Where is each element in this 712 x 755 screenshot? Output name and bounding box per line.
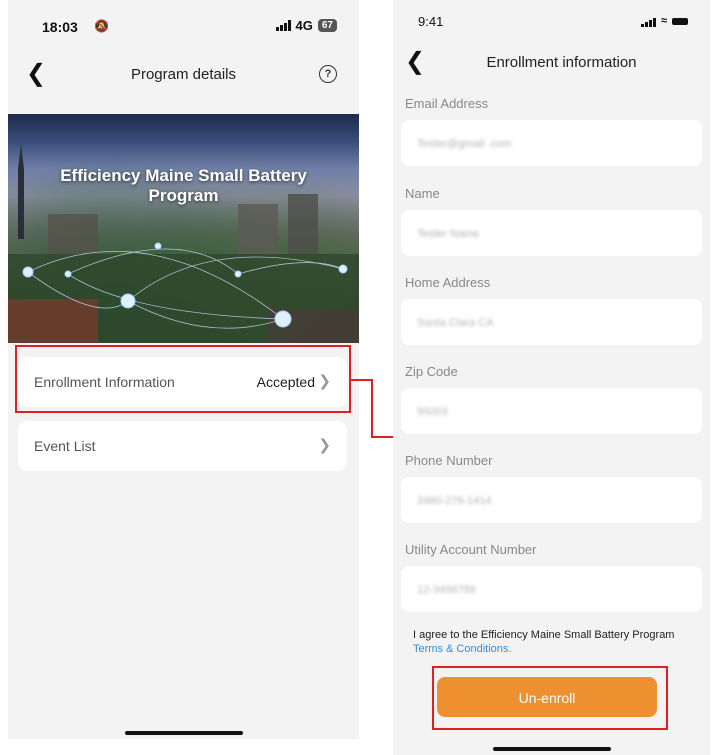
home-indicator [492, 747, 611, 751]
connector-line [371, 379, 373, 438]
enrollment-information-screen: 9:41 ≈ ❮ Enrollment information Email Ad… [393, 0, 710, 755]
signal-icon [275, 20, 291, 31]
phone-number-field[interactable]: 3480-276-1414 [401, 477, 702, 523]
status-bar: 18:03 🔕 4G 67 [8, 0, 359, 44]
zip-code-label: Zip Code [405, 364, 458, 379]
email-field[interactable]: Tester@gmail .com [401, 120, 702, 166]
connector-line [351, 379, 373, 381]
phone-number-label: Phone Number [405, 453, 493, 468]
signal-icon [640, 16, 656, 27]
nav-bar: ❮ Program details ? [8, 58, 359, 94]
home-address-label: Home Address [405, 275, 491, 290]
name-value: Tester Name [417, 228, 480, 240]
battery-icon [672, 17, 688, 25]
row-label: Event List [34, 438, 96, 454]
event-list-row[interactable]: Event List ❯ [18, 421, 347, 471]
zip-code-value: 95003 [417, 406, 448, 418]
enrollment-row-highlight [15, 345, 351, 413]
agreement-text: I agree to the Efficiency Maine Small Ba… [413, 628, 688, 656]
unenroll-button-highlight [432, 666, 668, 730]
status-bar: 9:41 ≈ [393, 0, 710, 44]
phone-number-value: 3480-276-1414 [417, 495, 492, 507]
utility-account-label: Utility Account Number [405, 542, 537, 557]
utility-account-value: 12-3456789 [417, 584, 476, 596]
home-indicator [124, 731, 243, 735]
help-icon[interactable]: ? [319, 65, 337, 83]
zip-code-field[interactable]: 95003 [401, 388, 702, 434]
home-address-value: Santa Clara CA [417, 317, 494, 329]
page-title: Enrollment information [486, 54, 637, 71]
utility-account-field[interactable]: 12-3456789 [401, 566, 702, 612]
nav-bar: ❮ Enrollment information [393, 46, 710, 82]
network-type: 4G [295, 18, 313, 33]
city-network-graphic [8, 144, 359, 343]
page-title: Program details [130, 66, 237, 83]
wifi-icon: ≈ [660, 15, 667, 27]
agreement-statement: I agree to the Efficiency Maine Small Ba… [413, 629, 675, 641]
status-time: 9:41 [418, 14, 444, 29]
chevron-right-icon: ❯ [318, 437, 331, 454]
mute-bell-icon: 🔕 [94, 19, 109, 33]
program-banner-image: Efficiency Maine Small Battery Program [8, 114, 359, 343]
email-label: Email Address [405, 96, 489, 111]
home-address-field[interactable]: Santa Clara CA [401, 299, 702, 345]
battery-icon: 67 [317, 19, 337, 32]
name-label: Name [405, 186, 440, 201]
email-value: Tester@gmail .com [417, 138, 512, 150]
banner-title: Efficiency Maine Small Battery Program [60, 166, 307, 205]
connector-line [371, 436, 393, 438]
name-field[interactable]: Tester Name [401, 210, 702, 256]
terms-link[interactable]: Terms & Conditions. [413, 643, 511, 655]
status-time: 18:03 [42, 19, 78, 35]
